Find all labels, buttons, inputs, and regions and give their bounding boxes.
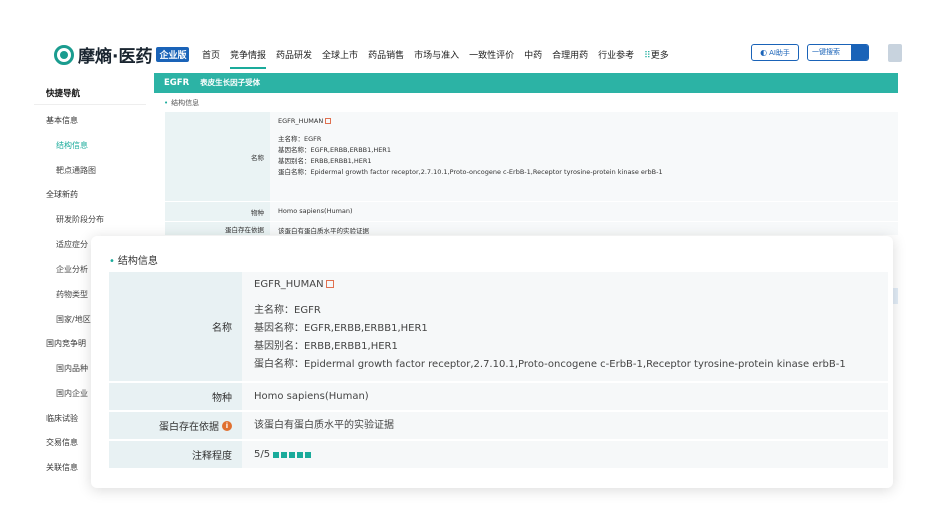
logo-badge: 企业版 bbox=[156, 47, 190, 62]
card-entry-link[interactable]: EGFR_HUMAN bbox=[254, 276, 876, 294]
bg-gene-alias: 基因别名：ERBB,ERBB1,HER1 bbox=[278, 157, 372, 165]
nav-item-drug-sales[interactable]: 药品销售 bbox=[368, 48, 404, 69]
bg-species-value: Homo sapiens(Human) bbox=[270, 202, 898, 221]
card-row-annotation: 注释程度 5/5 bbox=[109, 441, 888, 468]
sidebar-item-basic-info[interactable]: 基本信息 bbox=[46, 115, 78, 126]
card-protein-name: 蛋白名称：Epidermal growth factor receptor,2.… bbox=[254, 359, 846, 370]
peek-element bbox=[893, 288, 898, 304]
card-evidence-label: 蛋白存在依据 bbox=[159, 422, 219, 433]
annotation-square bbox=[305, 451, 312, 458]
card-species-label: 物种 bbox=[109, 383, 242, 410]
top-header: 摩熵·医药 企业版 首页 竞争情报 药品研发 全球上市 药品销售 市场与准入 一… bbox=[0, 0, 940, 70]
bg-row-species: 物种 Homo sapiens(Human) bbox=[165, 202, 898, 222]
ai-icon: ◐ bbox=[760, 48, 768, 57]
structure-info-card: • 结构信息 名称 EGFR_HUMAN 主名称：EGFR 基因名称：EGFR,E… bbox=[91, 236, 893, 488]
sidebar-item-target-pathway[interactable]: 靶点通路图 bbox=[56, 165, 96, 176]
nav-item-more[interactable]: ⠿更多 bbox=[644, 48, 669, 69]
info-icon[interactable]: i bbox=[222, 420, 232, 431]
sidebar-item-country-region[interactable]: 国家/地区 bbox=[56, 314, 91, 325]
external-link-icon bbox=[325, 118, 332, 124]
card-section-text: 结构信息 bbox=[117, 256, 158, 267]
bg-structure-table: 名称 EGFR_HUMAN 主名称：EGFR 基因名称：EGFR,ERBB,ER… bbox=[165, 112, 898, 236]
card-evidence-label-cell: 蛋白存在依据 i bbox=[109, 412, 242, 439]
annotation-score: 5/5 bbox=[254, 448, 271, 460]
logo-icon bbox=[54, 44, 74, 65]
bullet-icon: • bbox=[109, 256, 115, 267]
bg-primary-name: 主名称：EGFR bbox=[278, 135, 322, 143]
nav-more-label: 更多 bbox=[650, 51, 669, 61]
sidebar-item-domestic-varieties[interactable]: 国内品种 bbox=[56, 363, 88, 374]
bg-protein-name: 蛋白名称：Epidermal growth factor receptor,2.… bbox=[278, 168, 663, 176]
nav-item-rational-use[interactable]: 合理用药 bbox=[552, 48, 588, 69]
bg-name-label: 名称 bbox=[165, 112, 270, 201]
annotation-square bbox=[273, 451, 280, 458]
annotation-square bbox=[281, 451, 288, 458]
card-primary-name: 主名称：EGFR bbox=[254, 305, 321, 316]
nav-item-drug-rd[interactable]: 药品研发 bbox=[276, 48, 312, 69]
ai-assistant-label: AI助手 bbox=[769, 48, 790, 57]
sidebar-item-structure-info[interactable]: 结构信息 bbox=[56, 140, 88, 151]
card-row-evidence: 蛋白存在依据 i 该蛋白有蛋白质水平的实验证据 bbox=[109, 412, 888, 439]
bg-name-value: EGFR_HUMAN 主名称：EGFR 基因名称：EGFR,ERBB,ERBB1… bbox=[270, 112, 898, 201]
logo-text: 摩熵·医药 bbox=[78, 47, 153, 67]
sidebar-item-domestic-companies[interactable]: 国内企业 bbox=[56, 388, 88, 399]
bg-evidence-label: 蛋白存在依据 bbox=[165, 222, 270, 235]
sidebar-item-global-new-drugs[interactable]: 全球新药 bbox=[46, 189, 78, 200]
nav-item-tcm[interactable]: 中药 bbox=[524, 48, 542, 69]
quick-search[interactable]: 一键搜索 ⌕ bbox=[807, 44, 869, 61]
target-title: EGFR bbox=[164, 78, 190, 88]
sidebar-item-transactions[interactable]: 交易信息 bbox=[46, 437, 78, 448]
client-app-icon[interactable] bbox=[888, 44, 902, 62]
sidebar-title: 快捷导航 bbox=[46, 89, 81, 99]
nav-item-consistency[interactable]: 一致性评价 bbox=[469, 48, 514, 69]
nav-item-market-access[interactable]: 市场与准入 bbox=[414, 48, 459, 69]
sidebar-item-drug-type[interactable]: 药物类型 bbox=[56, 289, 88, 300]
grid-icon: ⠿ bbox=[644, 51, 651, 61]
bg-entry-text: EGFR_HUMAN bbox=[278, 117, 324, 125]
card-annotation-value: 5/5 bbox=[242, 441, 888, 468]
bg-entry-link[interactable]: EGFR_HUMAN bbox=[278, 116, 890, 127]
sidebar-item-rd-stage[interactable]: 研发阶段分布 bbox=[56, 214, 104, 225]
search-icon: ⌕ bbox=[855, 48, 859, 56]
nav-item-home[interactable]: 首页 bbox=[202, 48, 220, 69]
sidebar-divider bbox=[34, 104, 146, 105]
card-name-value: EGFR_HUMAN 主名称：EGFR 基因名称：EGFR,ERBB,ERBB1… bbox=[242, 272, 888, 381]
card-annotation-label: 注释程度 bbox=[109, 441, 242, 468]
card-section-title: • 结构信息 bbox=[109, 252, 158, 267]
nav-item-industry-ref[interactable]: 行业参考 bbox=[598, 48, 634, 69]
search-button[interactable]: ⌕ bbox=[851, 45, 868, 60]
target-header-bar: EGFR 表皮生长因子受体 bbox=[154, 73, 898, 93]
card-gene-name: 基因名称：EGFR,ERBB,ERBB1,HER1 bbox=[254, 323, 428, 334]
sidebar-item-related-info[interactable]: 关联信息 bbox=[46, 462, 78, 473]
bg-row-name: 名称 EGFR_HUMAN 主名称：EGFR 基因名称：EGFR,ERBB,ER… bbox=[165, 112, 898, 202]
card-name-label: 名称 bbox=[109, 272, 242, 381]
annotation-square bbox=[289, 451, 296, 458]
sidebar-item-indication[interactable]: 适应症分 bbox=[56, 239, 88, 250]
logo[interactable]: 摩熵·医药 企业版 bbox=[54, 42, 190, 67]
card-structure-table: 名称 EGFR_HUMAN 主名称：EGFR 基因名称：EGFR,ERBB,ER… bbox=[109, 272, 888, 470]
sidebar-item-domestic-competition[interactable]: 国内竞争明 bbox=[46, 338, 86, 349]
annotation-square bbox=[297, 451, 304, 458]
card-row-species: 物种 Homo sapiens(Human) bbox=[109, 383, 888, 410]
bg-evidence-value: 该蛋白有蛋白质水平的实验证据 bbox=[270, 222, 898, 235]
bg-species-label: 物种 bbox=[165, 202, 270, 221]
card-gene-alias: 基因别名：ERBB,ERBB1,HER1 bbox=[254, 341, 398, 352]
main-nav: 首页 竞争情报 药品研发 全球上市 药品销售 市场与准入 一致性评价 中药 合理… bbox=[202, 48, 669, 69]
ai-assistant-button[interactable]: ◐ AI助手 bbox=[751, 44, 799, 61]
sidebar-item-clinical-trials[interactable]: 临床试验 bbox=[46, 413, 78, 424]
card-entry-text: EGFR_HUMAN bbox=[254, 279, 324, 290]
nav-item-global-launch[interactable]: 全球上市 bbox=[322, 48, 358, 69]
card-evidence-value: 该蛋白有蛋白质水平的实验证据 bbox=[242, 412, 888, 439]
card-species-value: Homo sapiens(Human) bbox=[242, 383, 888, 410]
nav-item-competitive-intel[interactable]: 竞争情报 bbox=[230, 48, 267, 69]
bg-section-title: 结构信息 bbox=[164, 98, 199, 108]
bg-gene-name: 基因名称：EGFR,ERBB,ERBB1,HER1 bbox=[278, 146, 391, 154]
target-subtitle: 表皮生长因子受体 bbox=[200, 78, 261, 87]
external-link-icon bbox=[325, 280, 334, 288]
sidebar-item-company-analysis[interactable]: 企业分析 bbox=[56, 264, 88, 275]
bg-row-evidence: 蛋白存在依据 该蛋白有蛋白质水平的实验证据 bbox=[165, 222, 898, 236]
card-row-name: 名称 EGFR_HUMAN 主名称：EGFR 基因名称：EGFR,ERBB,ER… bbox=[109, 272, 888, 381]
annotation-level-squares bbox=[273, 451, 312, 458]
quick-search-label: 一键搜索 bbox=[812, 48, 840, 56]
